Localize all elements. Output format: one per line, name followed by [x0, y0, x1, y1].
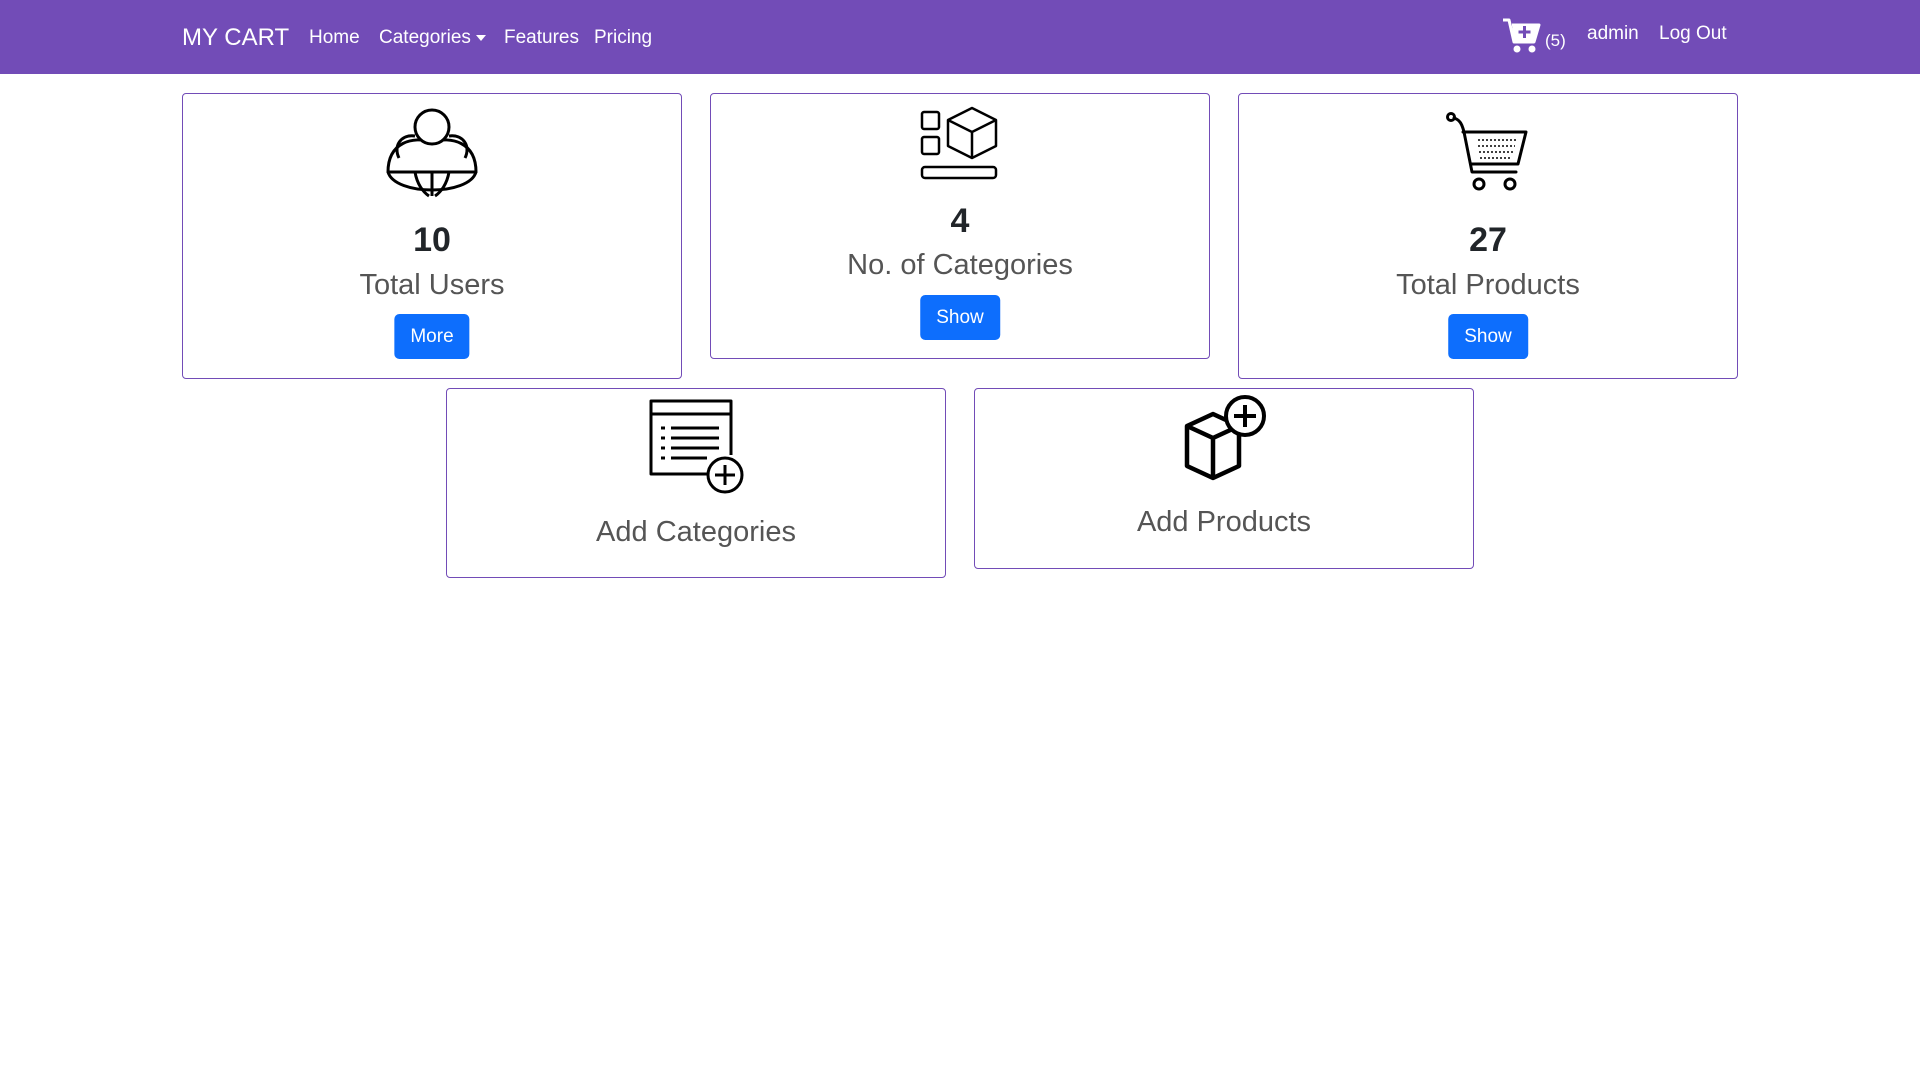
add-list-icon — [649, 399, 744, 494]
categories-card: 4 No. of Categories Show — [710, 93, 1210, 359]
cart-count-badge: (5) — [1545, 31, 1566, 50]
total-users-card: 10 Total Users More — [182, 93, 682, 379]
navbar: MY CART Home Categories Features Pricing… — [0, 0, 1920, 74]
categories-count: 4 — [950, 202, 970, 240]
nav-categories-dropdown[interactable]: Categories — [379, 27, 486, 49]
add-products-label: Add Products — [1136, 506, 1312, 538]
add-categories-label: Add Categories — [596, 516, 796, 548]
more-users-button[interactable]: More — [394, 314, 470, 359]
user-link[interactable]: admin — [1587, 23, 1639, 45]
cart-icon — [1503, 18, 1541, 53]
show-categories-button[interactable]: Show — [920, 295, 1000, 340]
show-products-button[interactable]: Show — [1448, 314, 1528, 359]
logout-link[interactable]: Log Out — [1659, 23, 1727, 45]
nav-home[interactable]: Home — [309, 27, 360, 49]
nav-categories-label: Categories — [379, 27, 471, 48]
add-products-card[interactable]: Add Products — [974, 388, 1474, 569]
total-users-count: 10 — [413, 221, 451, 259]
categories-icon — [920, 106, 998, 180]
brand-link[interactable]: MY CART — [182, 24, 289, 52]
cart-button[interactable] — [1502, 16, 1542, 59]
users-icon — [386, 108, 478, 198]
add-categories-card[interactable]: Add Categories — [446, 388, 946, 578]
add-box-icon — [1184, 395, 1266, 481]
nav-pricing[interactable]: Pricing — [594, 27, 652, 49]
nav-features[interactable]: Features — [504, 27, 579, 49]
total-users-label: Total Users — [359, 269, 505, 301]
total-products-label: Total Products — [1396, 269, 1580, 301]
categories-label: No. of Categories — [847, 249, 1073, 281]
total-products-card: 27 Total Products Show — [1238, 93, 1738, 379]
chevron-down-icon — [475, 34, 486, 41]
shopping-cart-icon — [1446, 112, 1528, 191]
total-products-count: 27 — [1469, 221, 1507, 259]
